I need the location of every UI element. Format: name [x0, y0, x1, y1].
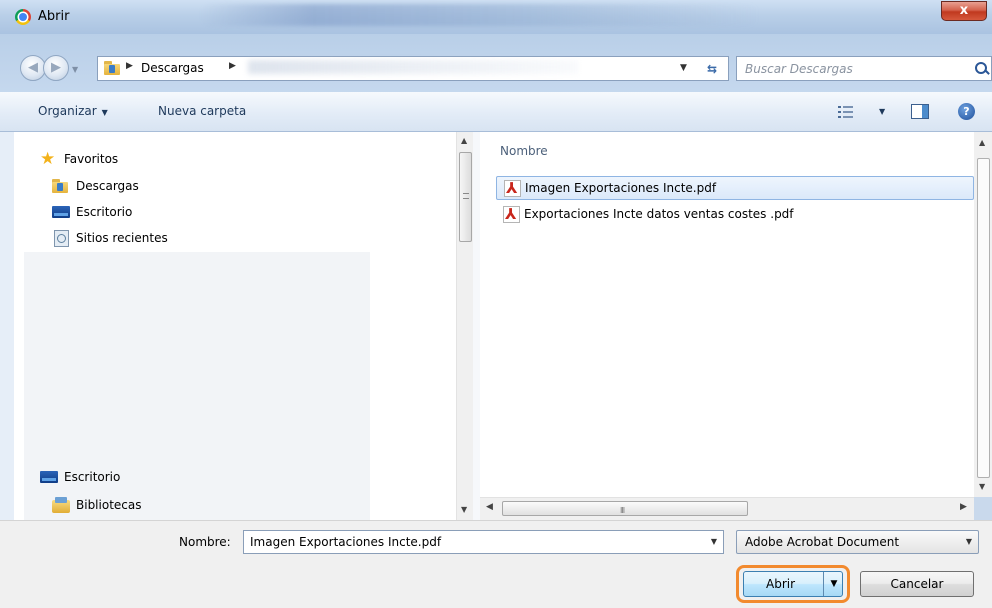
sidebar-item-bibliotecas[interactable]: Bibliotecas — [52, 496, 252, 516]
forward-button[interactable]: ▶ — [43, 55, 69, 81]
recent-locations-dropdown[interactable]: ▼ — [72, 65, 78, 74]
change-view-icon[interactable] — [838, 105, 854, 119]
file-list-vertical-scrollbar[interactable]: ▲ ▼ — [974, 132, 992, 497]
refresh-icon[interactable]: ⇆ — [700, 59, 724, 79]
desktop-icon — [40, 469, 58, 485]
file-name-field[interactable] — [250, 534, 680, 550]
search-input[interactable] — [745, 60, 955, 78]
sidebar-item-label: Escritorio — [64, 470, 121, 484]
sidebar-item-label: Sitios recientes — [76, 231, 168, 245]
file-name-label: Nombre: — [179, 535, 231, 549]
breadcrumb-separator-icon[interactable]: ▶ — [126, 61, 133, 71]
scroll-up-icon[interactable]: ▲ — [979, 138, 985, 147]
back-arrow-icon: ◀ — [28, 60, 38, 75]
libraries-icon — [52, 497, 70, 513]
preview-pane-icon[interactable] — [911, 104, 929, 119]
file-name-combobox[interactable]: ▼ — [243, 530, 724, 554]
downloads-folder-icon — [104, 61, 120, 75]
breadcrumb-descargas[interactable]: Descargas — [141, 61, 204, 75]
navigation-scrollbar[interactable]: ▲ ▼ — [456, 132, 473, 520]
sidebar-item-favoritos[interactable]: ★ Favoritos — [40, 150, 240, 170]
sidebar-item-descargas[interactable]: Descargas — [52, 177, 252, 197]
close-button[interactable]: x — [941, 1, 987, 21]
address-dropdown-icon[interactable]: ▼ — [680, 63, 687, 73]
split-divider — [823, 572, 824, 596]
scroll-up-icon[interactable]: ▲ — [461, 136, 467, 145]
file-type-select[interactable]: Adobe Acrobat Document ▼ — [736, 530, 979, 554]
list-item[interactable]: Exportaciones Incte datos ventas costes … — [496, 203, 974, 227]
address-row: ◀ ▶ ▼ ▶ Descargas ▶ ▼ ⇆ — [0, 34, 992, 92]
organize-menu[interactable]: Organizar ▼ — [38, 104, 108, 118]
star-icon: ★ — [40, 149, 56, 169]
chevron-down-icon[interactable]: ▼ — [711, 537, 717, 546]
toolbar: Organizar ▼ Nueva carpeta ▼ ? — [0, 92, 992, 132]
list-item[interactable]: Imagen Exportaciones Incte.pdf — [496, 176, 974, 200]
downloads-folder-icon — [52, 178, 70, 194]
scroll-down-icon[interactable]: ▼ — [979, 482, 985, 491]
dialog-footer: Nombre: ▼ Adobe Acrobat Document ▼ Abrir… — [0, 520, 992, 608]
file-name: Exportaciones Incte datos ventas costes … — [524, 207, 794, 221]
pdf-icon — [504, 179, 521, 197]
sidebar-item-escritorio[interactable]: Escritorio — [52, 203, 252, 223]
search-icon[interactable] — [974, 61, 990, 77]
window-title: Abrir — [38, 9, 70, 24]
address-bar[interactable]: ▶ Descargas ▶ — [97, 56, 729, 81]
chrome-icon — [15, 9, 31, 25]
scrollbar-thumb[interactable] — [459, 152, 472, 242]
open-button-label: Abrir — [766, 577, 796, 591]
scrollbar-thumb[interactable] — [502, 501, 748, 516]
grip-icon — [463, 193, 469, 199]
file-name: Imagen Exportaciones Incte.pdf — [525, 181, 717, 195]
scroll-down-icon[interactable]: ▼ — [461, 505, 467, 514]
pane-divider[interactable] — [473, 132, 480, 520]
sidebar-item-label: Favoritos — [64, 152, 119, 166]
help-icon[interactable]: ? — [958, 103, 975, 120]
search-box[interactable] — [736, 56, 992, 81]
scroll-left-icon[interactable]: ◀ — [486, 502, 493, 512]
desktop-icon — [52, 204, 70, 220]
pdf-icon — [503, 205, 520, 223]
file-list[interactable]: Nombre Imagen Exportaciones Incte.pdf Ex… — [480, 132, 992, 497]
chevron-down-icon: ▼ — [965, 537, 972, 546]
grip-icon: III — [620, 506, 625, 515]
sidebar-item-label: Descargas — [76, 179, 139, 193]
view-options-dropdown[interactable]: ▼ — [879, 107, 885, 116]
organize-label: Organizar — [38, 104, 97, 118]
chevron-down-icon[interactable]: ▼ — [828, 572, 840, 596]
column-header-nombre[interactable]: Nombre — [500, 144, 548, 158]
file-type-value: Adobe Acrobat Document — [745, 535, 900, 549]
file-list-horizontal-scrollbar[interactable]: ◀ III ▶ — [480, 497, 974, 520]
breadcrumb-separator-icon[interactable]: ▶ — [229, 61, 236, 71]
open-button[interactable]: Abrir ▼ — [743, 571, 843, 597]
left-border — [0, 132, 14, 520]
address-blur — [248, 60, 578, 74]
cancel-button[interactable]: Cancelar — [860, 571, 974, 597]
sidebar-item-label: Escritorio — [76, 205, 133, 219]
scrollbar-thumb[interactable] — [977, 158, 990, 478]
new-folder-button[interactable]: Nueva carpeta — [158, 104, 246, 118]
scroll-right-icon[interactable]: ▶ — [960, 502, 967, 512]
title-bar-blur — [200, 4, 760, 26]
forward-arrow-icon: ▶ — [51, 60, 61, 75]
chevron-down-icon: ▼ — [101, 108, 108, 117]
title-bar: Abrir x — [0, 0, 992, 34]
navigation-pane[interactable]: ★ Favoritos Descargas Escritorio Sitios … — [14, 132, 456, 572]
sidebar-item-sitios-recientes[interactable]: Sitios recientes — [52, 229, 252, 249]
recent-places-icon — [52, 230, 70, 247]
sidebar-item-escritorio-root[interactable]: Escritorio — [40, 468, 240, 488]
sidebar-item-label: Bibliotecas — [76, 498, 142, 512]
